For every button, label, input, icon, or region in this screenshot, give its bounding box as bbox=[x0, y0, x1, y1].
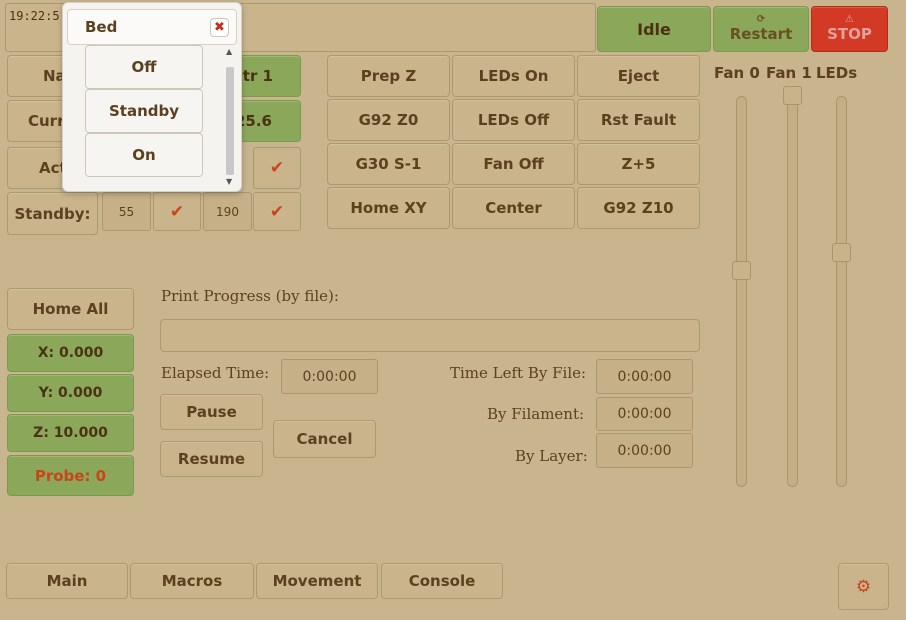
pause-button[interactable]: Pause bbox=[160, 394, 263, 430]
y-position[interactable]: Y: 0.000 bbox=[7, 374, 134, 412]
check-icon: ✔ bbox=[169, 201, 185, 222]
warning-icon: ⚠ bbox=[845, 14, 854, 25]
fan0-slider-thumb[interactable] bbox=[732, 261, 751, 280]
by-layer-value: 0:00:00 bbox=[596, 433, 693, 468]
tab-main[interactable]: Main bbox=[6, 563, 128, 599]
heater-standby-label: Standby: bbox=[14, 204, 91, 223]
fan0-label: Fan 0 bbox=[714, 64, 760, 82]
by-filament-value: 0:00:00 bbox=[596, 397, 693, 431]
status-button[interactable]: Idle bbox=[597, 6, 711, 52]
print-progress-bar bbox=[160, 319, 700, 352]
macro-rst-fault[interactable]: Rst Fault bbox=[577, 99, 700, 141]
bed-standby-confirm[interactable]: ✔ bbox=[153, 192, 201, 231]
extruder-standby-confirm[interactable]: ✔ bbox=[253, 192, 301, 231]
heater-current-label: Curr bbox=[28, 112, 65, 130]
elapsed-time-label: Elapsed Time: bbox=[161, 364, 270, 382]
time-left-file-text: 0:00:00 bbox=[617, 368, 672, 385]
macro-g92-z10[interactable]: G92 Z10 bbox=[577, 187, 700, 229]
macro-fan-off[interactable]: Fan Off bbox=[452, 143, 575, 185]
fan1-slider-track[interactable] bbox=[787, 96, 798, 487]
fan1-slider-thumb[interactable] bbox=[783, 86, 802, 105]
macro-prep-z[interactable]: Prep Z bbox=[327, 55, 450, 97]
check-icon: ✔ bbox=[269, 158, 285, 178]
popup-scrollbar[interactable]: ▲ ▼ bbox=[223, 47, 237, 187]
check-icon: ✔ bbox=[269, 201, 285, 222]
fan1-label: Fan 1 bbox=[766, 64, 812, 82]
cancel-button[interactable]: Cancel bbox=[273, 420, 376, 458]
bed-heater-popup: Bed ✖ Off Standby On ▲ ▼ bbox=[62, 2, 242, 192]
extruder-standby-input[interactable]: 190 bbox=[203, 192, 252, 231]
macro-g30-s-1[interactable]: G30 S-1 bbox=[327, 143, 450, 185]
heater-standby-header: Standby: bbox=[7, 192, 98, 235]
macro-leds-on[interactable]: LEDs On bbox=[452, 55, 575, 97]
x-position[interactable]: X: 0.000 bbox=[7, 334, 134, 372]
macro-center[interactable]: Center bbox=[452, 187, 575, 229]
refresh-icon: ⟳ bbox=[756, 14, 766, 25]
home-all-button[interactable]: Home All bbox=[7, 288, 134, 330]
bed-standby-option[interactable]: Standby bbox=[85, 89, 203, 133]
elapsed-time-text: 0:00:00 bbox=[302, 368, 357, 385]
stop-button[interactable]: ⚠ STOP bbox=[811, 6, 888, 52]
tab-console[interactable]: Console bbox=[381, 563, 503, 599]
scroll-thumb[interactable] bbox=[226, 67, 234, 175]
macro-eject[interactable]: Eject bbox=[577, 55, 700, 97]
popup-title: Bed bbox=[85, 18, 118, 36]
z-position[interactable]: Z: 10.000 bbox=[7, 414, 134, 452]
status-label: Idle bbox=[637, 19, 671, 39]
settings-button[interactable]: ⚙ bbox=[838, 563, 889, 610]
macro-z-plus-5[interactable]: Z+5 bbox=[577, 143, 700, 185]
stop-label: STOP bbox=[827, 25, 872, 43]
leds-slider-track[interactable] bbox=[836, 96, 847, 487]
popup-header: Bed ✖ bbox=[67, 9, 237, 45]
print-progress-title: Print Progress (by file): bbox=[161, 287, 339, 305]
leds-slider-thumb[interactable] bbox=[832, 243, 851, 262]
bed-standby-value: 55 bbox=[118, 204, 135, 219]
macro-leds-off[interactable]: LEDs Off bbox=[452, 99, 575, 141]
scroll-down-icon[interactable]: ▼ bbox=[226, 177, 232, 186]
tab-movement[interactable]: Movement bbox=[256, 563, 378, 599]
bed-standby-input[interactable]: 55 bbox=[102, 192, 151, 231]
close-icon[interactable]: ✖ bbox=[210, 18, 229, 37]
elapsed-time-value: 0:00:00 bbox=[281, 359, 378, 394]
time-left-file-value: 0:00:00 bbox=[596, 359, 693, 394]
by-layer-label: By Layer: bbox=[515, 447, 588, 465]
macro-home-xy[interactable]: Home XY bbox=[327, 187, 450, 229]
by-filament-text: 0:00:00 bbox=[617, 406, 672, 422]
time-left-file-label: Time Left By File: bbox=[450, 364, 587, 382]
resume-button[interactable]: Resume bbox=[160, 441, 263, 477]
probe-status: Probe: 0 bbox=[7, 455, 134, 496]
extruder-standby-value: 190 bbox=[216, 204, 239, 219]
by-filament-label: By Filament: bbox=[487, 405, 585, 423]
bed-off-option[interactable]: Off bbox=[85, 45, 203, 89]
fan0-slider-track[interactable] bbox=[736, 96, 747, 487]
extruder-active-confirm[interactable]: ✔ bbox=[253, 147, 301, 189]
tab-macros[interactable]: Macros bbox=[130, 563, 254, 599]
restart-label: Restart bbox=[729, 25, 793, 43]
scroll-up-icon[interactable]: ▲ bbox=[226, 47, 232, 56]
bed-on-option[interactable]: On bbox=[85, 133, 203, 177]
restart-button[interactable]: ⟳ Restart bbox=[713, 6, 809, 52]
gear-icon: ⚙ bbox=[855, 576, 872, 597]
by-layer-text: 0:00:00 bbox=[617, 442, 672, 459]
macro-g92-z0[interactable]: G92 Z0 bbox=[327, 99, 450, 141]
leds-label: LEDs bbox=[816, 64, 858, 82]
